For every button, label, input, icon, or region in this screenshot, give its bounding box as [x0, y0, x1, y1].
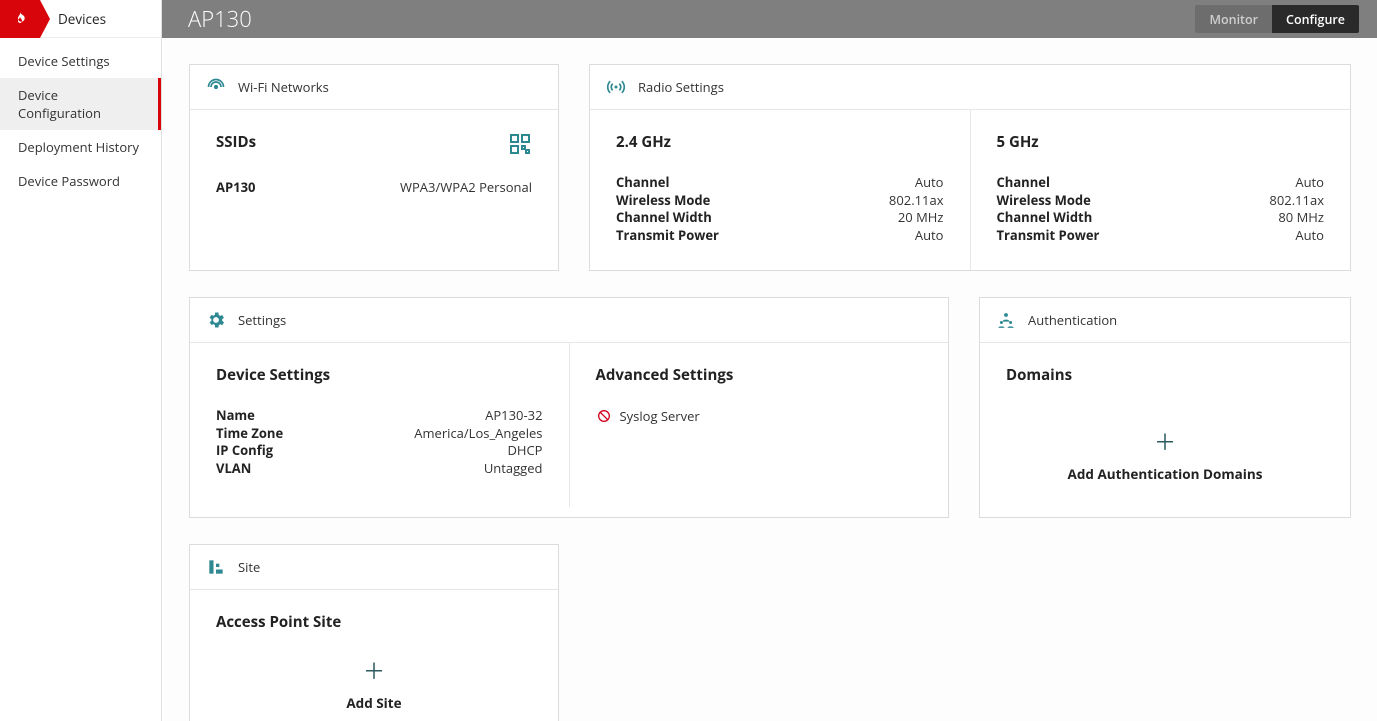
- settings-card[interactable]: Settings Device Settings NameAP130-32 Ti…: [189, 297, 949, 518]
- ssid-row[interactable]: AP130 WPA3/WPA2 Personal: [216, 178, 532, 196]
- add-auth-domain-button[interactable]: ＋ Add Authentication Domains: [1006, 431, 1324, 483]
- site-icon: [206, 557, 226, 577]
- radio-5ghz-title: 5 GHz: [997, 132, 1325, 152]
- brand-tab[interactable]: Devices: [0, 0, 161, 38]
- sidebar-item-device-settings[interactable]: Device Settings: [0, 44, 161, 78]
- topbar: AP130 Monitor Configure: [162, 0, 1377, 38]
- radio-24ghz-title: 2.4 GHz: [616, 132, 944, 152]
- add-auth-domain-label: Add Authentication Domains: [1068, 465, 1263, 483]
- view-tabs: Monitor Configure: [1195, 5, 1359, 33]
- card-title: Wi-Fi Networks: [238, 78, 329, 96]
- authentication-card[interactable]: Authentication Domains ＋ Add Authenticat…: [979, 297, 1351, 518]
- radio-24ghz-column: 2.4 GHz ChannelAuto Wireless Mode802.11a…: [590, 110, 970, 270]
- device-settings-heading: Device Settings: [216, 365, 543, 385]
- radio-settings-card[interactable]: Radio Settings 2.4 GHz ChannelAuto Wirel…: [589, 64, 1351, 271]
- advanced-settings-column: Advanced Settings Syslog Server: [569, 343, 949, 507]
- site-heading: Access Point Site: [216, 612, 532, 632]
- page-title: AP130: [188, 4, 252, 34]
- advanced-settings-heading: Advanced Settings: [596, 365, 923, 385]
- gear-icon: [206, 310, 226, 330]
- sidebar: Devices Device Settings Device Configura…: [0, 0, 162, 721]
- wifi-icon: [206, 77, 226, 97]
- syslog-label: Syslog Server: [620, 407, 700, 425]
- device-settings-column: Device Settings NameAP130-32 Time ZoneAm…: [190, 343, 569, 507]
- sidebar-item-deployment-history[interactable]: Deployment History: [0, 130, 161, 164]
- domains-heading: Domains: [1006, 365, 1324, 385]
- syslog-row: Syslog Server: [596, 407, 923, 425]
- ssid-security: WPA3/WPA2 Personal: [400, 178, 532, 196]
- users-icon: [996, 310, 1016, 330]
- plus-icon: ＋: [1154, 431, 1176, 453]
- tab-configure[interactable]: Configure: [1272, 5, 1359, 33]
- ssids-heading: SSIDs: [216, 132, 256, 152]
- sidebar-items: Device Settings Device Configuration Dep…: [0, 38, 161, 198]
- card-title: Radio Settings: [638, 78, 724, 96]
- site-card[interactable]: Site Access Point Site ＋ Add Site: [189, 544, 559, 721]
- flame-icon: [12, 11, 28, 27]
- tab-monitor[interactable]: Monitor: [1195, 5, 1272, 33]
- add-site-label: Add Site: [346, 694, 401, 712]
- card-title: Site: [238, 558, 260, 576]
- sidebar-item-device-password[interactable]: Device Password: [0, 164, 161, 198]
- brand-logo: [0, 0, 40, 38]
- sidebar-item-device-configuration[interactable]: Device Configuration: [0, 78, 161, 130]
- disabled-icon: [596, 408, 612, 424]
- radio-icon: [606, 77, 626, 97]
- plus-icon: ＋: [363, 660, 385, 682]
- card-title: Authentication: [1028, 311, 1117, 329]
- ssid-name: AP130: [216, 178, 255, 196]
- main-content: Wi-Fi Networks SSIDs AP130 WPA3/WPA2 Per…: [163, 38, 1377, 721]
- qr-code-icon[interactable]: [508, 132, 532, 156]
- card-title: Settings: [238, 311, 286, 329]
- wifi-networks-card[interactable]: Wi-Fi Networks SSIDs AP130 WPA3/WPA2 Per…: [189, 64, 559, 271]
- radio-5ghz-column: 5 GHz ChannelAuto Wireless Mode802.11ax …: [970, 110, 1351, 270]
- add-site-button[interactable]: ＋ Add Site: [216, 660, 532, 712]
